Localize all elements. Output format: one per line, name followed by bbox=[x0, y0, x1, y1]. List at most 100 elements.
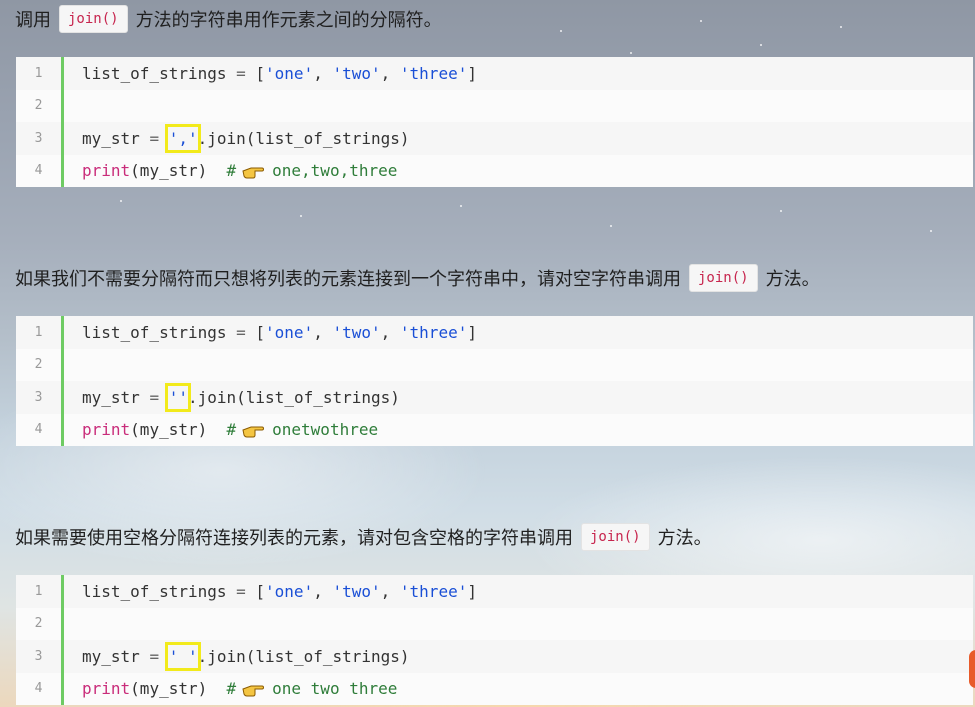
code-method-call: .join(list_of_strings) bbox=[197, 646, 410, 666]
paragraph-space-separator: 如果需要使用空格分隔符连接列表的元素，请对包含空格的字符串调用 join() 方… bbox=[15, 520, 712, 554]
code-method-call: .join(list_of_strings) bbox=[187, 387, 400, 407]
highlighted-separator: '' bbox=[164, 382, 192, 412]
code-line: 1 list_of_strings = ['one', 'two', 'thre… bbox=[16, 57, 973, 90]
code-args: (my_str) bbox=[130, 420, 208, 440]
code-keyword: print bbox=[82, 420, 131, 440]
intro-paragraph: 调用 join() 方法的字符串用作元素之间的分隔符。 bbox=[15, 2, 442, 36]
star bbox=[840, 26, 842, 28]
line-number: 1 bbox=[16, 57, 64, 90]
code-line: 4 print (my_str) # onetwothree bbox=[16, 413, 973, 446]
code-identifier: list_of_strings bbox=[82, 63, 237, 83]
code-line: 4 print (my_str) # one,two,three bbox=[16, 154, 973, 187]
code-string: 'three' bbox=[399, 63, 468, 83]
code-identifier: my_str bbox=[82, 646, 150, 666]
code-identifier: list_of_strings bbox=[82, 322, 237, 342]
code-comment-hash: # bbox=[226, 679, 237, 699]
code-text: print (my_str) # one two three bbox=[64, 679, 397, 698]
code-punct: [ bbox=[245, 63, 266, 83]
code-punct: ] bbox=[467, 322, 477, 342]
star bbox=[630, 52, 632, 54]
code-line: 2 bbox=[16, 607, 973, 640]
code-operator: = bbox=[236, 322, 246, 342]
star bbox=[760, 44, 762, 46]
code-text: list_of_strings = ['one', 'two', 'three'… bbox=[64, 64, 477, 83]
star bbox=[120, 200, 122, 202]
code-punct: , bbox=[313, 63, 333, 83]
star bbox=[300, 215, 302, 217]
code-string: 'one' bbox=[265, 63, 314, 83]
highlighted-separator: ',' bbox=[164, 123, 201, 153]
code-operator: = bbox=[236, 63, 246, 83]
star bbox=[780, 210, 782, 212]
code-args: (my_str) bbox=[130, 161, 208, 181]
code-identifier: my_str bbox=[82, 387, 150, 407]
line-number: 3 bbox=[16, 122, 64, 155]
star bbox=[700, 20, 702, 22]
star bbox=[930, 230, 932, 232]
code-operator: = bbox=[149, 128, 160, 148]
code-punct: , bbox=[380, 581, 400, 601]
line-number: 2 bbox=[16, 89, 64, 122]
para2-prefix: 如果我们不需要分隔符而只想将列表的元素连接到一个字符串中，请对空字符串调用 bbox=[15, 269, 681, 290]
code-text: print (my_str) # one,two,three bbox=[64, 161, 397, 180]
code-operator: = bbox=[236, 581, 246, 601]
inline-code-join: join() bbox=[689, 264, 758, 292]
code-text: print (my_str) # onetwothree bbox=[64, 420, 378, 439]
code-line: 2 bbox=[16, 348, 973, 381]
para3-prefix: 如果需要使用空格分隔符连接列表的元素，请对包含空格的字符串调用 bbox=[15, 528, 573, 549]
intro-suffix: 方法的字符串用作元素之间的分隔符。 bbox=[135, 10, 442, 31]
code-punct: , bbox=[313, 322, 333, 342]
pointing-hand-icon bbox=[242, 426, 265, 438]
code-method-call: .join(list_of_strings) bbox=[197, 128, 410, 148]
code-block-comma: 1 list_of_strings = ['one', 'two', 'thre… bbox=[16, 57, 973, 187]
code-identifier: my_str bbox=[82, 128, 150, 148]
code-punct: [ bbox=[245, 581, 266, 601]
line-number: 3 bbox=[16, 381, 64, 414]
line-number: 3 bbox=[16, 640, 64, 673]
code-text: list_of_strings = ['one', 'two', 'three'… bbox=[64, 582, 477, 601]
paragraph-empty-separator: 如果我们不需要分隔符而只想将列表的元素连接到一个字符串中，请对空字符串调用 jo… bbox=[15, 261, 820, 295]
star bbox=[460, 205, 462, 207]
code-line: 2 bbox=[16, 89, 973, 122]
code-punct: [ bbox=[245, 322, 266, 342]
star bbox=[560, 30, 562, 32]
line-number: 4 bbox=[16, 413, 64, 446]
line-number: 1 bbox=[16, 316, 64, 349]
para2-suffix: 方法。 bbox=[765, 269, 820, 290]
code-comment-hash: # bbox=[226, 161, 237, 181]
code-line: 3 my_str = ',' .join(list_of_strings) bbox=[16, 122, 973, 155]
code-text: list_of_strings = ['one', 'two', 'three'… bbox=[64, 323, 477, 342]
code-punct: , bbox=[380, 322, 400, 342]
code-comment-output: one,two,three bbox=[272, 161, 398, 181]
code-line: 3 my_str = ' ' .join(list_of_strings) bbox=[16, 640, 973, 673]
line-number: 4 bbox=[16, 672, 64, 705]
code-string: 'one' bbox=[265, 322, 314, 342]
code-string: 'two' bbox=[332, 322, 381, 342]
side-widget-tab[interactable] bbox=[969, 650, 975, 688]
code-punct: , bbox=[380, 63, 400, 83]
code-punct: , bbox=[313, 581, 333, 601]
code-text: my_str = ' ' .join(list_of_strings) bbox=[64, 641, 410, 671]
code-operator: = bbox=[149, 646, 160, 666]
pointing-hand-icon bbox=[242, 685, 265, 697]
code-args: (my_str) bbox=[130, 679, 208, 699]
code-string: 'two' bbox=[332, 581, 381, 601]
intro-prefix: 调用 bbox=[15, 10, 51, 31]
code-text: my_str = ',' .join(list_of_strings) bbox=[64, 123, 410, 153]
line-number: 4 bbox=[16, 154, 64, 187]
code-block-empty: 1 list_of_strings = ['one', 'two', 'thre… bbox=[16, 316, 973, 446]
line-number: 1 bbox=[16, 575, 64, 608]
code-string: 'three' bbox=[399, 581, 468, 601]
code-operator: = bbox=[149, 387, 160, 407]
code-punct: ] bbox=[467, 581, 477, 601]
code-comment-output: onetwothree bbox=[272, 420, 379, 440]
pointing-hand-icon bbox=[242, 167, 265, 179]
code-punct: ] bbox=[467, 63, 477, 83]
code-string: 'three' bbox=[399, 322, 468, 342]
code-string: 'one' bbox=[265, 581, 314, 601]
code-identifier: list_of_strings bbox=[82, 581, 237, 601]
code-comment-hash: # bbox=[226, 420, 237, 440]
code-text: my_str = '' .join(list_of_strings) bbox=[64, 382, 400, 412]
line-number: 2 bbox=[16, 607, 64, 640]
highlighted-separator: ' ' bbox=[164, 641, 201, 671]
